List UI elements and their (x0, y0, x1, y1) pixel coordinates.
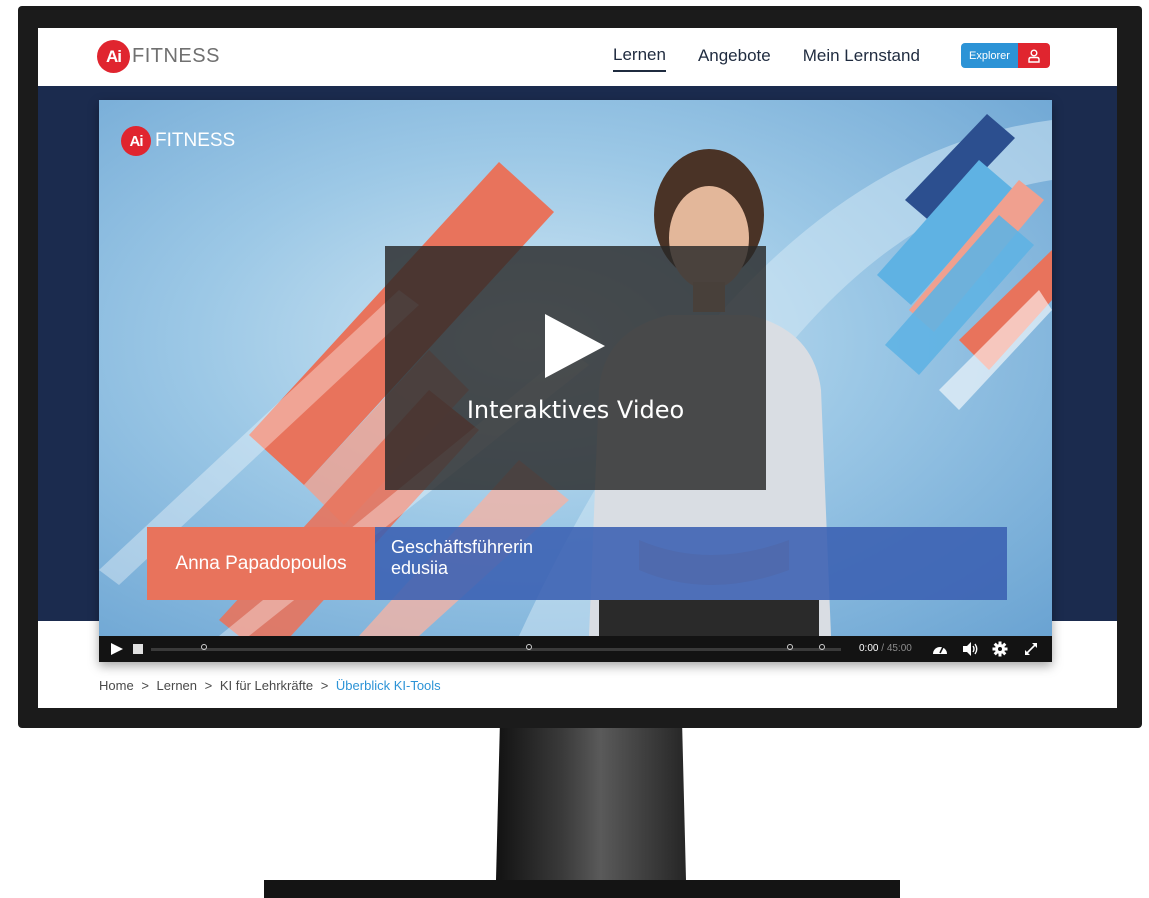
speaker-role-line2: edusiia (391, 558, 449, 578)
video-logo-mark: Ai (121, 126, 151, 156)
logo-text: FITNESS (132, 45, 220, 67)
chapter-marker[interactable] (526, 644, 532, 650)
volume-icon[interactable] (962, 641, 980, 661)
monitor-screen: Ai FITNESS Lernen Angebote Mein Lernstan… (38, 28, 1117, 708)
monitor-base (264, 880, 900, 898)
breadcrumb-separator: > (204, 678, 213, 693)
breadcrumb-lernen[interactable]: Lernen (157, 678, 197, 693)
explorer-label: Explorer (961, 43, 1018, 68)
breadcrumb-home[interactable]: Home (99, 678, 134, 693)
explorer-button[interactable]: Explorer (961, 43, 1050, 68)
time-total: 45:00 (886, 643, 912, 654)
speed-icon[interactable] (931, 641, 949, 661)
speaker-name: Anna Papadopoulos (147, 527, 375, 600)
progress-bar[interactable] (151, 644, 841, 651)
breadcrumb-separator: > (141, 678, 149, 693)
play-icon[interactable] (545, 314, 605, 378)
speaker-role: Geschäftsführerin edusiia (375, 527, 1007, 600)
logo-mark: Ai (97, 40, 130, 73)
main-nav: Lernen Angebote Mein Lernstand (613, 45, 952, 72)
play-icon[interactable] (111, 643, 123, 655)
chapter-marker[interactable] (819, 644, 825, 650)
breadcrumb: Home > Lernen > KI für Lehrkräfte > Über… (99, 678, 441, 693)
fullscreen-icon[interactable] (1023, 641, 1039, 661)
nav-item-lernen[interactable]: Lernen (613, 45, 666, 72)
site-logo[interactable]: Ai FITNESS (97, 40, 220, 73)
chapter-icon[interactable] (133, 644, 143, 654)
speaker-role-line1: Geschäftsführerin (391, 537, 534, 557)
lower-third: Anna Papadopoulos Geschäftsführerin edus… (147, 527, 1007, 600)
monitor-stand (496, 728, 686, 880)
time-current: 0:00 (859, 643, 879, 654)
time-separator: / (881, 643, 885, 654)
nav-item-mein-lernstand[interactable]: Mein Lernstand (803, 46, 920, 71)
video-controls: 0:00 / 45:00 (99, 636, 1052, 662)
video-logo: Ai FITNESS (121, 126, 235, 156)
user-icon[interactable] (1017, 43, 1050, 68)
breadcrumb-current[interactable]: Überblick KI-Tools (336, 678, 441, 693)
video-player[interactable]: Ai FITNESS Interaktives Video Anna Papad… (99, 100, 1052, 662)
chapter-marker[interactable] (787, 644, 793, 650)
time-display: 0:00 / 45:00 (859, 643, 912, 654)
video-logo-text: FITNESS (155, 130, 236, 151)
breadcrumb-ki-fuer-lehrkraefte[interactable]: KI für Lehrkräfte (220, 678, 313, 693)
site-header: Ai FITNESS Lernen Angebote Mein Lernstan… (38, 28, 1117, 86)
overlay-title: Interaktives Video (466, 396, 685, 424)
chapter-marker[interactable] (201, 644, 207, 650)
nav-item-angebote[interactable]: Angebote (698, 46, 771, 71)
breadcrumb-separator: > (320, 678, 329, 693)
settings-icon[interactable] (992, 641, 1008, 661)
play-overlay[interactable]: Interaktives Video (385, 246, 766, 490)
video-frame[interactable]: Ai FITNESS Interaktives Video Anna Papad… (99, 100, 1052, 636)
